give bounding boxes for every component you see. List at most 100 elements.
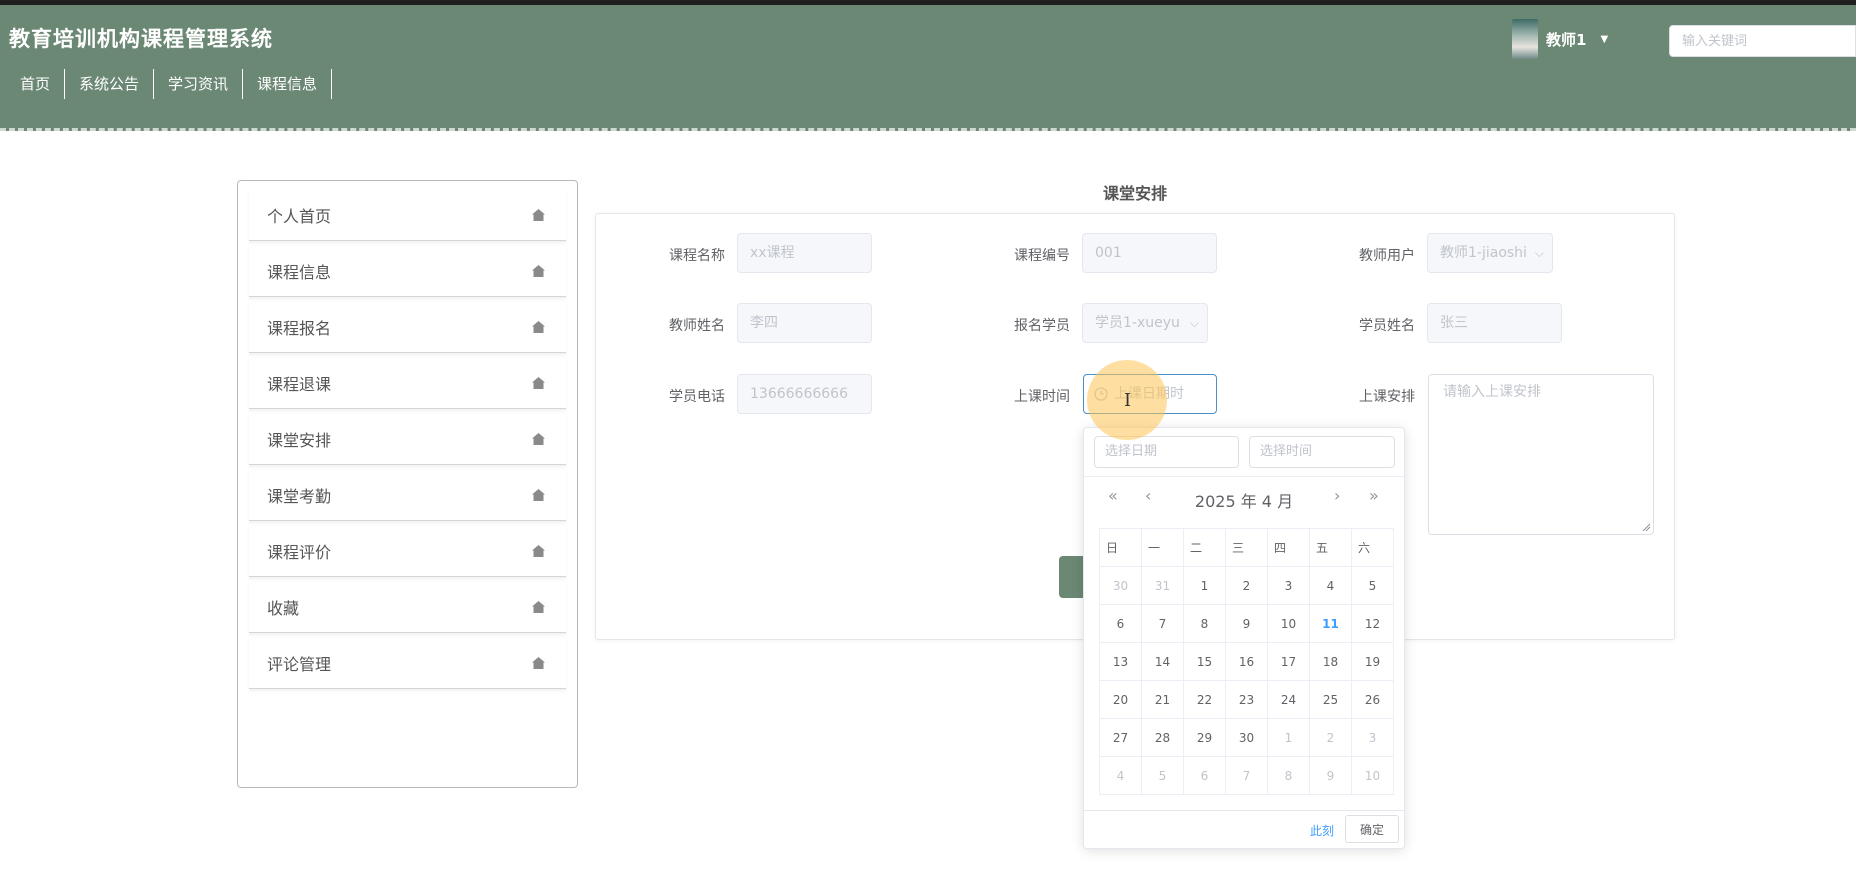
class-time-input[interactable]: 上课日期时 (1083, 374, 1217, 414)
week-row: 4 5 6 7 8 9 10 (1099, 756, 1394, 795)
calendar-day[interactable]: 27 (1099, 718, 1142, 757)
weekday-row: 日 一 二 三 四 五 六 (1099, 528, 1394, 567)
calendar-day[interactable]: 6 (1099, 604, 1142, 643)
chevron-down-icon: ⌵ (1189, 316, 1199, 330)
calendar-day[interactable]: 21 (1141, 680, 1184, 719)
caret-down-icon[interactable]: ▼ (1600, 34, 1608, 45)
course-name-field[interactable]: xx课程 (737, 233, 872, 273)
teacher-user-label: 教师用户 (1359, 248, 1415, 264)
week-row: 30 31 1 2 3 4 5 (1099, 566, 1394, 605)
calendar-day[interactable]: 18 (1309, 642, 1352, 681)
picker-date-input[interactable]: 选择日期 (1094, 436, 1239, 468)
avatar (1512, 19, 1538, 59)
calendar-day[interactable]: 5 (1351, 566, 1394, 605)
weekday-label: 五 (1309, 528, 1352, 567)
course-no-field[interactable]: 001 (1082, 233, 1217, 273)
calendar-day[interactable]: 8 (1267, 756, 1310, 795)
sidebar-item-profile[interactable]: 个人首页 (249, 189, 566, 241)
home-icon (532, 208, 545, 221)
student-phone-field[interactable]: 13666666666 (737, 374, 872, 414)
calendar-day[interactable]: 5 (1141, 756, 1184, 795)
calendar-day[interactable]: 6 (1183, 756, 1226, 795)
picker-footer: 此刻 确定 (1084, 810, 1404, 848)
calendar-day[interactable]: 26 (1351, 680, 1394, 719)
week-row: 13 14 15 16 17 18 19 (1099, 642, 1394, 681)
calendar-day[interactable]: 7 (1225, 756, 1268, 795)
sidebar-item-withdrawal[interactable]: 课程退课 (249, 357, 566, 409)
enrolled-student-select[interactable]: 学员1-xueyu ⌵ (1082, 303, 1208, 343)
sidebar-item-label: 课程评价 (267, 542, 332, 562)
search-input[interactable] (1669, 25, 1856, 57)
calendar-day[interactable]: 1 (1267, 718, 1310, 757)
weekday-label: 三 (1225, 528, 1268, 567)
resize-grip-icon[interactable] (1641, 522, 1651, 532)
calendar-day[interactable]: 12 (1351, 604, 1394, 643)
sidebar-item-enrollment[interactable]: 课程报名 (249, 301, 566, 353)
calendar-day[interactable]: 25 (1309, 680, 1352, 719)
calendar-day[interactable]: 20 (1099, 680, 1142, 719)
now-button[interactable]: 此刻 (1310, 822, 1334, 839)
calendar-day[interactable]: 2 (1309, 718, 1352, 757)
calendar-day[interactable]: 4 (1309, 566, 1352, 605)
calendar-day[interactable]: 3 (1351, 718, 1394, 757)
nav-item-home[interactable]: 首页 (6, 69, 66, 99)
user-menu[interactable]: 教师1 ▼ (1512, 19, 1608, 59)
sidebar-item-evaluation[interactable]: 课程评价 (249, 525, 566, 577)
calendar-day[interactable]: 8 (1183, 604, 1226, 643)
class-time-placeholder: 上课日期时 (1114, 386, 1184, 402)
sidebar-item-label: 课堂考勤 (267, 486, 332, 506)
calendar-day[interactable]: 10 (1267, 604, 1310, 643)
calendar-day[interactable]: 22 (1183, 680, 1226, 719)
calendar-day[interactable]: 13 (1099, 642, 1142, 681)
next-year-icon[interactable]: » (1369, 486, 1379, 505)
page-title: 课堂安排 (1102, 184, 1167, 203)
student-name-field[interactable]: 张三 (1427, 303, 1562, 343)
calendar-day[interactable]: 9 (1225, 604, 1268, 643)
calendar-day[interactable]: 29 (1183, 718, 1226, 757)
home-icon (532, 432, 545, 445)
calendar-day[interactable]: 24 (1267, 680, 1310, 719)
teacher-user-select[interactable]: 教师1-jiaoshi ⌵ (1427, 233, 1553, 273)
schedule-textarea[interactable]: 请输入上课安排 (1428, 374, 1654, 535)
calendar-day[interactable]: 1 (1183, 566, 1226, 605)
teacher-name-field[interactable]: 李四 (737, 303, 872, 343)
schedule-placeholder: 请输入上课安排 (1443, 384, 1541, 400)
calendar-day[interactable]: 16 (1225, 642, 1268, 681)
next-month-icon[interactable]: › (1334, 486, 1340, 505)
calendar-day-today[interactable]: 11 (1309, 604, 1352, 643)
sidebar-item-attendance[interactable]: 课堂考勤 (249, 469, 566, 521)
picker-time-input[interactable]: 选择时间 (1249, 436, 1395, 468)
sidebar-item-label: 收藏 (267, 598, 300, 618)
nav-item-announcements[interactable]: 系统公告 (65, 69, 155, 99)
teacher-user-value: 教师1-jiaoshi (1440, 245, 1527, 261)
home-icon (532, 544, 545, 557)
calendar-day[interactable]: 17 (1267, 642, 1310, 681)
sidebar-item-favorites[interactable]: 收藏 (249, 581, 566, 633)
enrolled-student-label: 报名学员 (1014, 318, 1070, 334)
picker-month-label: 2025 年 4 月 (1194, 492, 1294, 511)
home-icon (532, 656, 545, 669)
calendar-day[interactable]: 10 (1351, 756, 1394, 795)
user-name: 教师1 (1546, 30, 1587, 49)
home-icon (532, 376, 545, 389)
calendar-day[interactable]: 15 (1183, 642, 1226, 681)
calendar-day[interactable]: 7 (1141, 604, 1184, 643)
calendar-day[interactable]: 9 (1309, 756, 1352, 795)
calendar-day[interactable]: 4 (1099, 756, 1142, 795)
sidebar-item-class-schedule[interactable]: 课堂安排 (249, 413, 566, 465)
calendar-day[interactable]: 2 (1225, 566, 1268, 605)
nav-item-courses[interactable]: 课程信息 (243, 69, 333, 99)
calendar-day[interactable]: 19 (1351, 642, 1394, 681)
confirm-button[interactable]: 确定 (1345, 815, 1399, 843)
sidebar-item-course-info[interactable]: 课程信息 (249, 245, 566, 297)
calendar-day[interactable]: 30 (1225, 718, 1268, 757)
calendar-day[interactable]: 23 (1225, 680, 1268, 719)
nav-item-news[interactable]: 学习资讯 (154, 69, 244, 99)
calendar-day[interactable]: 31 (1141, 566, 1184, 605)
calendar-day[interactable]: 14 (1141, 642, 1184, 681)
course-no-label: 课程编号 (1014, 248, 1070, 264)
sidebar-item-comments[interactable]: 评论管理 (249, 637, 566, 689)
calendar-day[interactable]: 3 (1267, 566, 1310, 605)
calendar-day[interactable]: 28 (1141, 718, 1184, 757)
calendar-day[interactable]: 30 (1099, 566, 1142, 605)
